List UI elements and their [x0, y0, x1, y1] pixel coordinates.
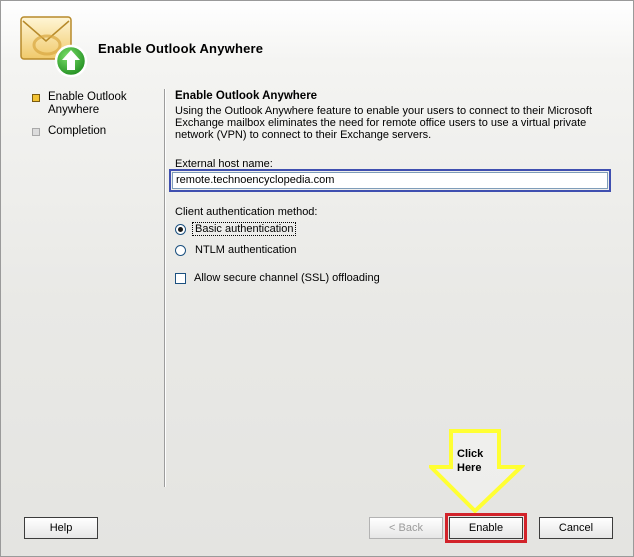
inactive-step-icon: [32, 128, 40, 136]
back-button[interactable]: < Back: [369, 517, 443, 539]
radio-basic-authentication[interactable]: Basic authentication: [175, 222, 297, 236]
nav-item-completion: Completion: [32, 125, 138, 138]
radio-checked-icon[interactable]: [175, 223, 186, 235]
cancel-button[interactable]: Cancel: [539, 517, 613, 539]
nav-item-enable-outlook-anywhere: Enable Outlook Anywhere: [32, 91, 138, 117]
radio-label: NTLM authentication: [195, 244, 297, 256]
ssl-offloading-label: Allow secure channel (SSL) offloading: [194, 272, 380, 284]
radio-ntlm-authentication[interactable]: NTLM authentication: [175, 244, 299, 256]
nav-divider: [164, 89, 166, 487]
outlook-anywhere-icon: [19, 15, 89, 79]
click-here-annotation: Click Here: [457, 448, 484, 474]
help-button[interactable]: Help: [24, 517, 98, 539]
section-title: Enable Outlook Anywhere: [175, 90, 318, 102]
ssl-offloading-checkbox-row[interactable]: Allow secure channel (SSL) offloading: [175, 272, 380, 284]
nav-item-label: Completion: [48, 125, 107, 137]
ssl-offloading-checkbox[interactable]: [175, 272, 186, 284]
section-description: Using the Outlook Anywhere feature to en…: [175, 105, 593, 141]
wizard-window: Enable Outlook Anywhere Enable Outlook A…: [0, 0, 634, 557]
enable-button[interactable]: Enable: [449, 517, 523, 539]
external-host-input[interactable]: remote.technoencyclopedia.com: [172, 172, 608, 189]
active-step-icon: [32, 94, 40, 102]
nav-item-label: Enable Outlook Anywhere: [48, 91, 127, 116]
wizard-title: Enable Outlook Anywhere: [98, 41, 264, 56]
auth-method-label: Client authentication method:: [175, 206, 318, 218]
radio-unchecked-icon[interactable]: [175, 244, 186, 256]
host-input-highlight: remote.technoencyclopedia.com: [169, 169, 611, 192]
content-panel: Enable Outlook Anywhere Using the Outloo…: [175, 89, 615, 141]
radio-label: Basic authentication: [191, 222, 297, 236]
